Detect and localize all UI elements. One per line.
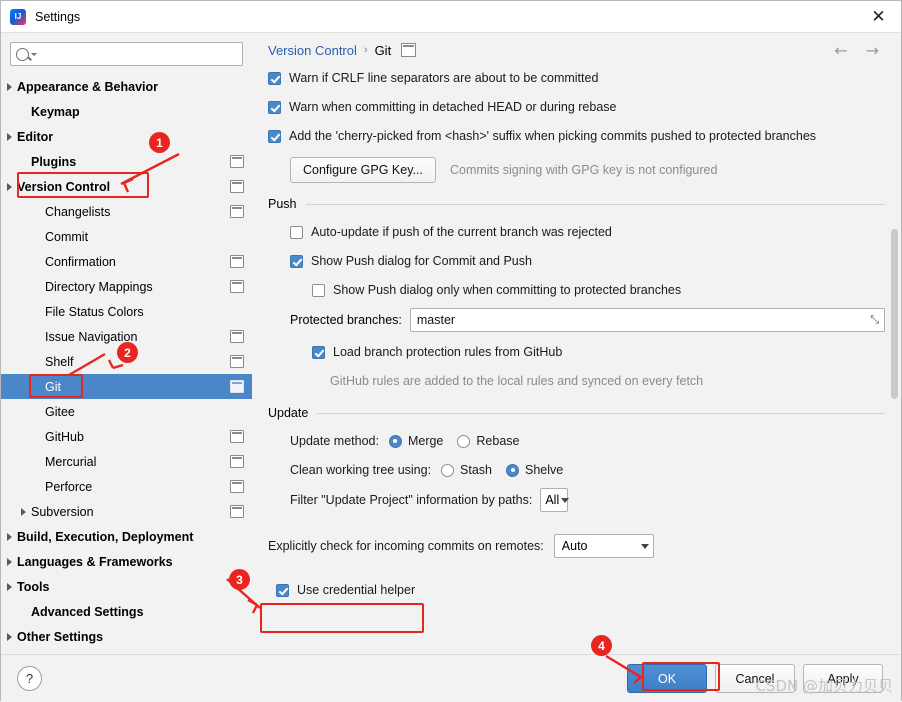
annotation-marker-3: 3 (229, 569, 250, 590)
annotation-marker-4: 4 (591, 635, 612, 656)
settings-dialog: Settings ✕ Appearance & BehaviorKeymapEd… (0, 0, 902, 702)
watermark: CSDN @加贝力贝贝 (755, 677, 893, 695)
annotation-marker-2: 2 (117, 342, 138, 363)
annotation-marker-1: 1 (149, 132, 170, 153)
